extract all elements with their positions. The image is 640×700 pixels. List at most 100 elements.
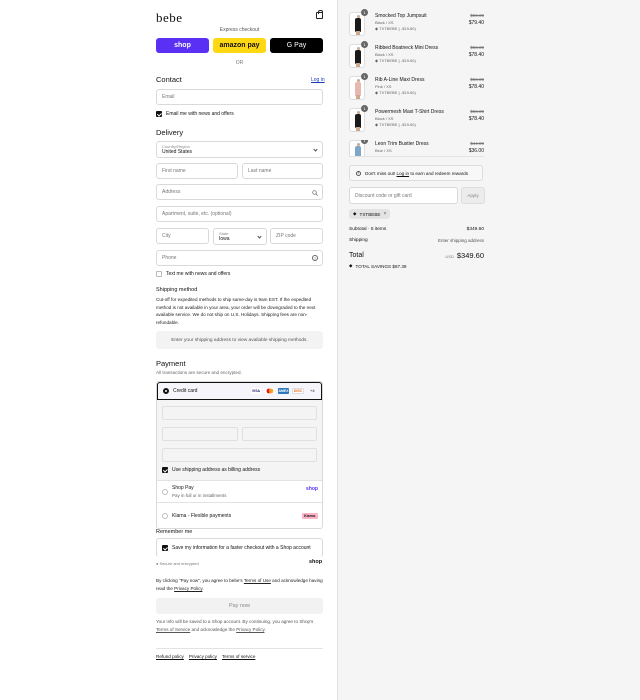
save-info-row[interactable]: Save my information for a faster checkou… — [162, 545, 311, 551]
shop-pre: Your info will be saved to a Shop accoun… — [156, 619, 314, 624]
first-name-field[interactable]: First name — [156, 163, 238, 179]
privacy-policy-footer-link[interactable]: Privacy policy — [189, 654, 217, 659]
store-logo[interactable]: bebe — [156, 10, 183, 26]
zip-field[interactable]: ZIP code — [270, 228, 323, 244]
item-discount: ◆ TXTBEBE ( -$19.60) — [375, 90, 416, 95]
original-price: $44.99 — [470, 141, 484, 146]
terms-pre: By clicking "Pay now", you agree to bebe… — [156, 578, 244, 583]
savings-text: TOTAL SAVINGS $87.39 — [355, 263, 407, 269]
product-variant: Blue / XS — [375, 148, 392, 153]
search-icon — [312, 190, 318, 196]
email-news-checkbox-row[interactable]: Email me with news and offers — [156, 111, 234, 117]
help-icon[interactable]: ? — [312, 255, 318, 261]
last-name-field[interactable]: Last name — [242, 163, 323, 179]
rewards-banner: i Don't miss out! Log in to earn and red… — [349, 165, 483, 181]
privacy-policy-link[interactable]: Privacy Policy — [174, 586, 202, 591]
rewards-login-link[interactable]: Log in — [397, 171, 410, 176]
sale-price: $78.40 — [468, 52, 484, 58]
sale-price: $78.40 — [468, 116, 484, 122]
total-amount: USD $349.60 — [438, 251, 484, 260]
rewards-text: Don't miss out! — [365, 170, 397, 176]
original-price: $99.00 — [470, 13, 484, 18]
cart-item: 1 Powermesh Maxi T-Shirt Dress Black / XS ◆… — [349, 105, 484, 132]
login-link[interactable]: Log in — [311, 77, 325, 83]
remember-box: Save my information for a faster checkou… — [156, 538, 323, 557]
klarna-logo: Klarna. — [302, 513, 318, 519]
or-divider: OR — [235, 60, 244, 66]
product-name: Rib A-Line Maxi Dress — [375, 77, 425, 83]
sale-price: $79.40 — [468, 20, 484, 26]
terms-text: By clicking "Pay now", you agree to bebe… — [156, 577, 323, 592]
subtotal-label: Subtotal · 5 items — [349, 227, 387, 232]
credit-card-radio[interactable] — [163, 388, 169, 394]
remove-code-icon[interactable]: × — [383, 211, 386, 217]
sale-price: $36.00 — [468, 148, 484, 154]
cart-item: 1 Ribbed Boatneck Mini Dress Black / XS ◆ T… — [349, 41, 484, 68]
shop-tos-link[interactable]: Terms of Service — [156, 627, 190, 632]
apply-button[interactable]: Apply — [461, 187, 485, 204]
country-select[interactable]: Country/Region United States — [156, 141, 323, 158]
shop-pay-radio[interactable] — [162, 488, 168, 495]
quantity-badge: 1 — [361, 140, 368, 144]
shop-pay-option[interactable]: Shop Pay Pay in full or in installments … — [157, 480, 322, 502]
cart-item: 1 Leon Trim Bustier Dress Blue / XS $44.99 $… — [349, 140, 484, 156]
sale-price: $78.40 — [468, 84, 484, 90]
email-field[interactable]: Email — [156, 89, 323, 105]
billing-same-row[interactable]: Use shipping address as billing address — [162, 467, 260, 473]
refund-policy-link[interactable]: Refund policy — [156, 654, 184, 659]
express-checkout-label: Express checkout — [219, 27, 260, 33]
terms-of-use-link[interactable]: Terms of Use — [244, 578, 271, 583]
billing-same-checkbox[interactable] — [162, 467, 168, 473]
text-news-checkbox-row[interactable]: Text me with news and offers — [156, 271, 230, 277]
shop-account-text: Your info will be saved to a Shop accoun… — [156, 618, 323, 633]
phone-field[interactable]: Phone ? — [156, 250, 323, 266]
phone-placeholder: Phone — [162, 255, 177, 261]
shop-pay-button[interactable]: shop — [156, 38, 209, 53]
card-number-field[interactable] — [162, 406, 317, 420]
amazon-pay-button[interactable]: amazon pay — [213, 38, 266, 53]
state-select[interactable]: State Iowa — [213, 228, 267, 245]
google-pay-button[interactable]: G Pay — [270, 38, 323, 53]
item-discount-text: TXTBEBE ( -$19.60) — [379, 90, 416, 95]
klarna-radio[interactable] — [162, 513, 168, 519]
klarna-label: Klarna - Flexible payments — [172, 513, 232, 519]
shop-privacy-link[interactable]: Privacy Policy — [236, 627, 264, 632]
contact-heading: Contact — [156, 75, 182, 84]
email-news-checkbox[interactable] — [156, 111, 162, 117]
total-currency: USD — [445, 254, 454, 259]
card-security-field[interactable] — [242, 427, 317, 441]
shop-logo: shop — [309, 559, 323, 565]
shop-pay-subtitle: Pay in full or in installments — [172, 493, 227, 498]
product-name: Smocked Top Jumpsuit — [375, 13, 427, 19]
klarna-option[interactable]: Klarna - Flexible payments Klarna. — [157, 502, 322, 528]
pay-now-button[interactable]: Pay now — [156, 598, 323, 614]
savings-tag-icon: ◆ — [349, 263, 353, 268]
product-variant: Pink / XS — [375, 84, 392, 89]
save-info-checkbox[interactable] — [162, 545, 168, 551]
product-variant: Black / XS — [375, 20, 394, 25]
shop-post: . — [264, 626, 266, 632]
address-field[interactable]: Address — [156, 184, 323, 200]
secure-label: Secure and encrypted — [159, 561, 199, 566]
card-name-field[interactable] — [162, 448, 317, 462]
product-variant: Black / XS — [375, 116, 394, 121]
product-name: Powermesh Maxi T-Shirt Dress — [375, 109, 444, 115]
shipping-value: Enter shipping address — [437, 238, 484, 243]
payment-heading: Payment — [156, 359, 186, 368]
terms-of-service-link[interactable]: Terms of service — [222, 654, 255, 659]
cart-bag-icon[interactable] — [316, 10, 323, 19]
remember-heading: Remember me — [156, 529, 193, 535]
shipping-methods-placeholder: Enter your shipping address to view avai… — [156, 331, 323, 349]
text-news-checkbox[interactable] — [156, 271, 162, 277]
quantity-badge: 1 — [361, 9, 368, 16]
credit-card-label: Credit card — [173, 388, 198, 394]
total-label: Total — [349, 252, 364, 259]
credit-card-option[interactable]: Credit card VISA AMEX DISC +4 — [157, 382, 322, 400]
apartment-field[interactable]: Apartment, suite, etc. (optional) — [156, 206, 323, 222]
city-field[interactable]: City — [156, 228, 209, 244]
item-discount-text: TXTBEBE ( -$19.80) — [379, 26, 416, 31]
footer-links: Refund policy Privacy policy Terms of se… — [156, 654, 255, 659]
item-discount: ◆ TXTBEBE ( -$19.60) — [375, 58, 416, 63]
discount-code-field[interactable]: Discount code or gift card — [349, 187, 458, 204]
card-expiry-field[interactable] — [162, 427, 238, 441]
